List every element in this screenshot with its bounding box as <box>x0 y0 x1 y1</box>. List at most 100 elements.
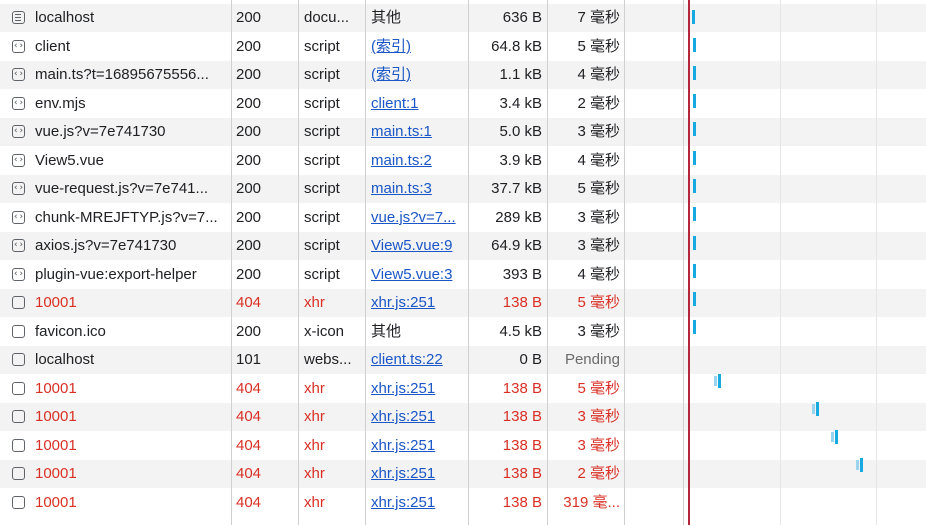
request-row[interactable]: localhost 200 docu... 其他 636 B 7 毫秒 <box>0 4 926 32</box>
request-time: 3 毫秒 <box>577 323 620 340</box>
request-size: 636 B <box>502 9 542 26</box>
request-status: 200 <box>236 323 262 340</box>
waterfall-bar[interactable] <box>693 179 696 193</box>
waterfall-bar[interactable] <box>693 320 696 334</box>
request-size: 64.9 kB <box>491 237 542 254</box>
waterfall-bar[interactable] <box>693 236 696 250</box>
waterfall-bar[interactable] <box>816 402 819 416</box>
request-row[interactable]: 10001 404 xhr xhr.js:251 138 B 5 毫秒 <box>0 375 926 403</box>
load-event-marker <box>688 0 690 525</box>
request-initiator[interactable]: xhr.js:251 <box>371 460 467 488</box>
request-initiator[interactable]: xhr.js:251 <box>371 432 467 460</box>
request-row[interactable]: 10001 404 xhr xhr.js:251 138 B 3 毫秒 <box>0 432 926 460</box>
waterfall-bar[interactable] <box>693 264 696 278</box>
request-name: env.mjs <box>35 95 86 112</box>
column-divider[interactable] <box>468 0 469 525</box>
request-time: 3 毫秒 <box>577 408 620 425</box>
request-name: localhost <box>35 351 95 368</box>
resource-icon <box>12 439 25 452</box>
column-divider[interactable] <box>547 0 548 525</box>
request-row[interactable]: ‹› axios.js?v=7e741730 200 script View5.vue:… <box>0 232 926 260</box>
request-size: 138 B <box>502 465 542 482</box>
request-row[interactable]: 10001 404 xhr xhr.js:251 138 B 5 毫秒 <box>0 289 926 317</box>
waterfall-gridline <box>780 0 781 525</box>
waterfall-queue-bar <box>856 460 859 470</box>
request-initiator[interactable]: View5.vue:3 <box>371 261 467 289</box>
waterfall-bar[interactable] <box>693 66 696 80</box>
column-divider[interactable] <box>624 0 625 525</box>
request-row[interactable]: 10001 404 xhr xhr.js:251 138 B 319 毫... <box>0 489 926 517</box>
request-status: 200 <box>236 95 262 112</box>
waterfall-bar[interactable] <box>693 151 696 165</box>
request-initiator[interactable]: xhr.js:251 <box>371 289 467 317</box>
request-row[interactable]: localhost 101 webs... client.ts:22 0 B Pendin… <box>0 346 926 374</box>
request-row[interactable]: ‹› chunk-MREJFTYP.js?v=7... 200 script vue.j… <box>0 204 926 232</box>
request-initiator[interactable]: (索引) <box>371 61 467 89</box>
resource-icon <box>12 296 25 309</box>
request-row[interactable]: ‹› main.ts?t=16895675556... 200 script (索引) 1… <box>0 61 926 89</box>
waterfall-divider[interactable] <box>683 0 684 525</box>
request-type: script <box>304 180 340 197</box>
request-time: 3 毫秒 <box>577 237 620 254</box>
request-row[interactable]: ‹› env.mjs 200 script client:1 3.4 kB 2 毫秒 <box>0 90 926 118</box>
document-icon <box>12 11 25 24</box>
waterfall-gridline <box>876 0 877 525</box>
waterfall-bar[interactable] <box>835 430 838 444</box>
request-name: localhost <box>35 9 95 26</box>
request-row[interactable]: ‹› vue.js?v=7e741730 200 script main.ts:1 5.0… <box>0 118 926 146</box>
request-initiator[interactable]: main.ts:3 <box>371 175 467 203</box>
request-row[interactable]: ‹› View5.vue 200 script main.ts:2 3.9 kB 4 毫秒 <box>0 147 926 175</box>
request-initiator[interactable]: client.ts:22 <box>371 346 467 374</box>
waterfall-bar[interactable] <box>693 38 696 52</box>
waterfall-bar[interactable] <box>693 122 696 136</box>
request-status: 404 <box>236 408 262 425</box>
column-divider[interactable] <box>231 0 232 525</box>
resource-icon <box>12 467 25 480</box>
request-row[interactable]: ‹› plugin-vue:export-helper 200 script View5… <box>0 261 926 289</box>
request-row[interactable]: 10001 404 xhr xhr.js:251 138 B 3 毫秒 <box>0 403 926 431</box>
request-status: 200 <box>236 209 262 226</box>
request-initiator[interactable]: (索引) <box>371 33 467 61</box>
request-name: favicon.ico <box>35 323 106 340</box>
request-type: script <box>304 95 340 112</box>
script-icon: ‹› <box>12 97 25 110</box>
request-initiator[interactable]: xhr.js:251 <box>371 375 467 403</box>
request-name: 10001 <box>35 408 77 425</box>
resource-icon <box>12 325 25 338</box>
script-icon: ‹› <box>12 40 25 53</box>
request-initiator[interactable]: main.ts:2 <box>371 147 467 175</box>
request-row[interactable]: 10001 404 xhr xhr.js:251 138 B 2 毫秒 <box>0 460 926 488</box>
request-name: axios.js?v=7e741730 <box>35 237 177 254</box>
request-status: 200 <box>236 66 262 83</box>
request-initiator[interactable]: vue.js?v=7... <box>371 204 467 232</box>
request-initiator[interactable]: xhr.js:251 <box>371 403 467 431</box>
waterfall-bar[interactable] <box>860 458 863 472</box>
request-row[interactable]: ‹› client 200 script (索引) 64.8 kB 5 毫秒 <box>0 33 926 61</box>
request-initiator[interactable]: xhr.js:251 <box>371 489 467 517</box>
request-size: 138 B <box>502 494 542 511</box>
request-type: xhr <box>304 408 325 425</box>
waterfall-bar[interactable] <box>693 207 696 221</box>
request-size: 138 B <box>502 437 542 454</box>
request-size: 1.1 kB <box>499 66 542 83</box>
request-initiator[interactable]: View5.vue:9 <box>371 232 467 260</box>
waterfall-bar[interactable] <box>693 292 696 306</box>
script-icon: ‹› <box>12 125 25 138</box>
column-divider[interactable] <box>298 0 299 525</box>
request-initiator[interactable]: client:1 <box>371 90 467 118</box>
request-time: 3 毫秒 <box>577 123 620 140</box>
waterfall-bar[interactable] <box>718 374 721 388</box>
request-size: 3.4 kB <box>499 95 542 112</box>
request-size: 138 B <box>502 408 542 425</box>
waterfall-bar[interactable] <box>693 94 696 108</box>
request-type: script <box>304 66 340 83</box>
request-size: 138 B <box>502 294 542 311</box>
request-status: 200 <box>236 237 262 254</box>
waterfall-bar[interactable] <box>692 10 695 24</box>
script-icon: ‹› <box>12 68 25 81</box>
request-initiator[interactable]: main.ts:1 <box>371 118 467 146</box>
request-row[interactable]: favicon.ico 200 x-icon 其他 4.5 kB 3 毫秒 <box>0 318 926 346</box>
column-divider[interactable] <box>365 0 366 525</box>
request-row[interactable]: ‹› vue-request.js?v=7e741... 200 script main… <box>0 175 926 203</box>
request-time: 7 毫秒 <box>577 9 620 26</box>
